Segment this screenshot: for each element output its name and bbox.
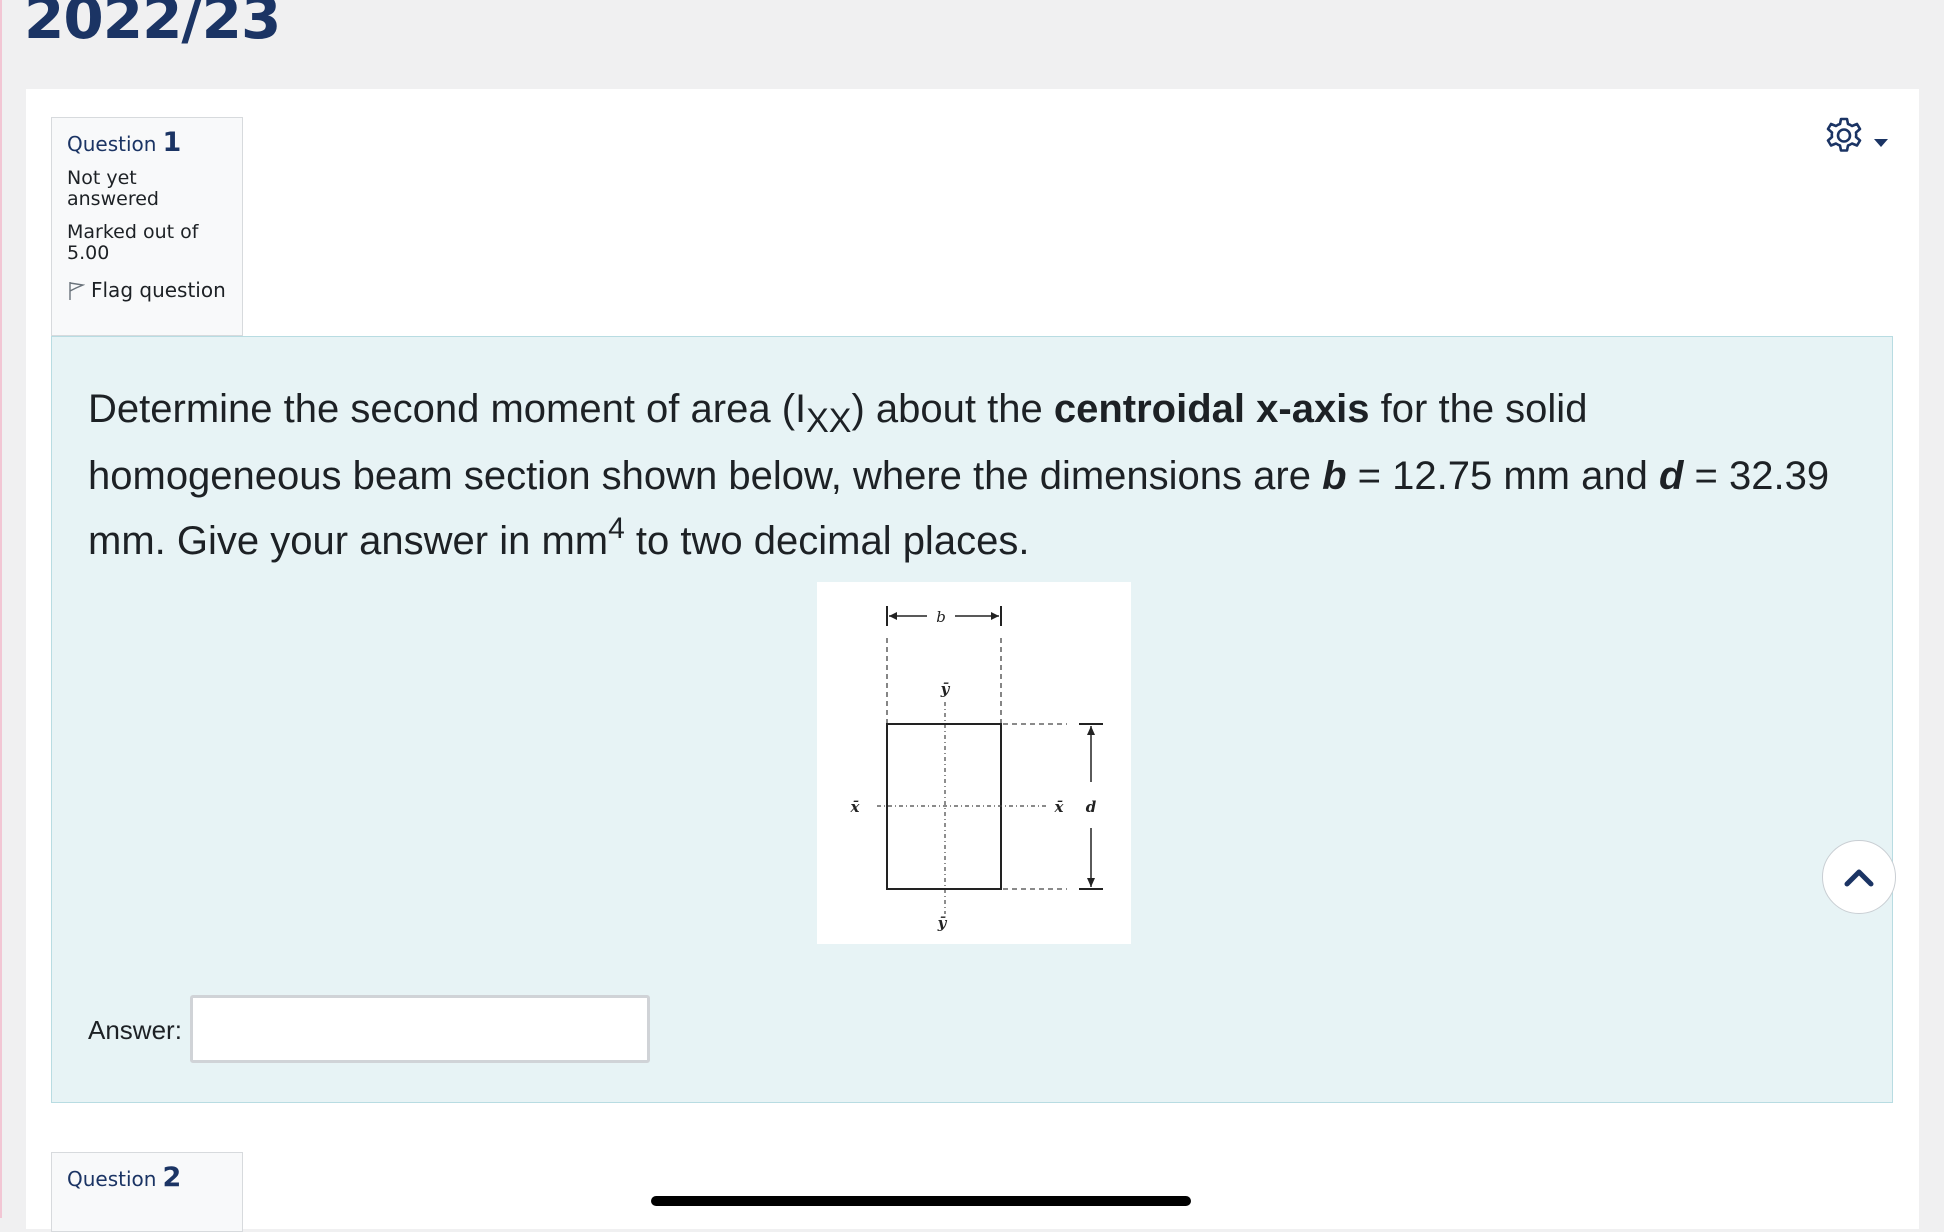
question-2-info: Question 2 [51,1152,243,1232]
d-variable: d [1658,454,1684,498]
x-axis-label-left: x̄ [850,798,861,816]
d-label: d [1086,798,1097,816]
left-accent-border [0,0,2,1218]
answer-input[interactable] [190,995,650,1063]
page-heading: 2022/23 [24,0,281,52]
question-1-info: Question 1 Not yet answered Marked out o… [51,117,243,336]
gear-icon [1826,117,1862,152]
b-label: b [936,608,946,626]
d-arrow-top [1087,726,1095,735]
question-number-value: 1 [162,127,182,158]
d-arrow-bottom [1087,878,1095,887]
y-axis-label-bottom: ȳ [937,914,948,932]
x-axis-label-right: x̄ [1054,798,1065,816]
flag-question-label: Flag question [91,278,226,302]
caret-down-icon [1874,139,1888,147]
question-number-value: 2 [162,1162,182,1193]
home-indicator[interactable] [651,1196,1191,1206]
chevron-up-icon [1844,869,1874,887]
question-label: Question [67,1167,157,1191]
flag-question-link[interactable]: Flag question [67,280,227,301]
question-state: Not yet answered [67,167,159,210]
ixx-subscript: XX [806,402,852,440]
b-value: = 12.75 mm and [1346,454,1659,498]
back-to-top-button[interactable] [1822,840,1896,914]
question-text: Determine the second moment of area (IXX… [88,377,1848,577]
b-arrow-right [991,612,999,620]
question-grade: Marked out of 5.00 [67,221,199,264]
answer-label: Answer: [88,1015,182,1045]
question-number: Question 2 [67,1164,227,1191]
centroidal-axis-emphasis: centroidal x-axis [1053,387,1370,431]
b-arrow-left [889,612,897,620]
question-text-segment: ) about the [851,387,1054,431]
mm4-superscript: 4 [608,512,625,545]
question-number: Question 1 [67,129,227,156]
beam-section-svg: b ȳ ȳ x̄ x̄ d [850,606,1103,932]
y-axis-label-top: ȳ [940,680,951,698]
beam-section-diagram: b ȳ ȳ x̄ x̄ d [817,582,1131,944]
question-label: Question [67,132,157,156]
question-text-segment: to two decimal places. [624,519,1030,563]
b-variable: b [1322,454,1347,498]
settings-menu-toggle[interactable] [1822,115,1892,161]
question-text-segment: Determine the second moment of area (I [88,387,807,431]
question-1-formulation: Determine the second moment of area (IXX… [51,336,1893,1103]
flag-icon [69,281,85,300]
